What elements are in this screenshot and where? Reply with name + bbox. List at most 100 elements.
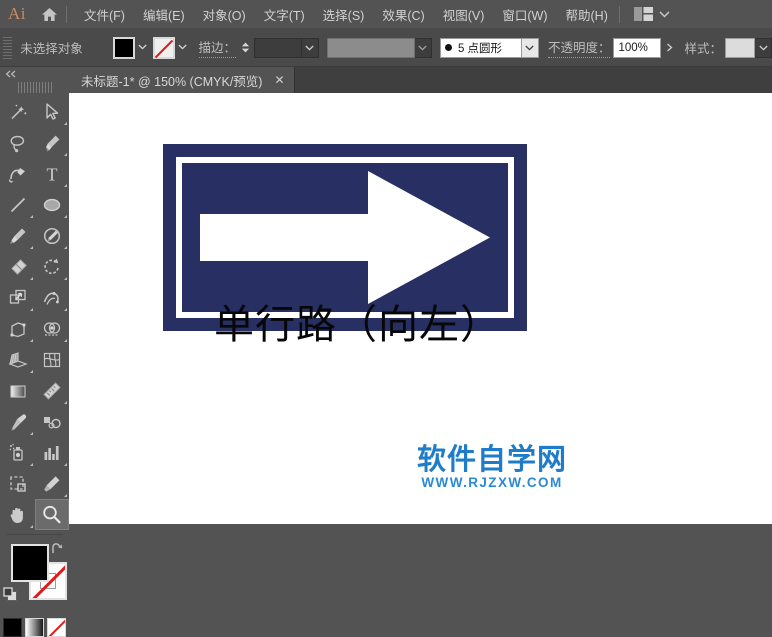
- swap-fill-stroke-icon[interactable]: [50, 542, 64, 559]
- brush-definition-display[interactable]: 5 点圆形: [439, 37, 522, 58]
- brush-definition-label: 5 点圆形: [457, 42, 503, 55]
- collapse-tools-button[interactable]: [0, 67, 69, 81]
- free-transform-tool[interactable]: [1, 313, 35, 344]
- stroke-weight-field-group[interactable]: [253, 37, 319, 58]
- hand-tool[interactable]: [1, 499, 35, 530]
- pen-tool[interactable]: [35, 127, 69, 158]
- submenu-indicator-icon: [63, 494, 67, 497]
- menu-help[interactable]: 帮助(H): [557, 1, 617, 28]
- color-controls: [0, 541, 69, 613]
- watermark: 软件自学网 WWW.RJZXW.COM: [412, 444, 572, 491]
- submenu-indicator-icon: [63, 277, 67, 280]
- width-profile-group[interactable]: [326, 37, 432, 58]
- submenu-indicator-icon: [63, 153, 67, 156]
- menu-effect[interactable]: 效果(C): [373, 1, 433, 28]
- color-mode-button[interactable]: [3, 618, 22, 637]
- opacity-group[interactable]: 100%: [613, 37, 679, 58]
- paintbrush-tool[interactable]: [1, 220, 35, 251]
- home-icon[interactable]: [34, 7, 64, 22]
- graphic-style-caret-icon[interactable]: [755, 37, 772, 58]
- tools-panel-grip[interactable]: [17, 82, 52, 93]
- default-fill-stroke-icon[interactable]: [3, 587, 18, 605]
- stroke-weight-label[interactable]: 描边：: [198, 37, 237, 58]
- stroke-weight-stepper[interactable]: [240, 42, 252, 53]
- gradient-tool[interactable]: [1, 375, 35, 406]
- style-label: 样式：: [684, 42, 722, 56]
- stroke-swatch-control[interactable]: [152, 36, 191, 59]
- illustrator-window: Ai 文件(F) 编辑(E) 对象(O) 文字(T) 选择(S) 效果(C) 视…: [0, 0, 772, 637]
- opacity-flyout-icon[interactable]: [661, 37, 679, 58]
- graphic-style-preview[interactable]: [725, 37, 755, 58]
- submenu-indicator-icon: [63, 215, 67, 218]
- arrange-documents-control[interactable]: [633, 7, 670, 21]
- submenu-indicator-icon: [29, 308, 33, 311]
- control-bar-grip[interactable]: [3, 36, 13, 59]
- scale-tool[interactable]: [1, 282, 35, 313]
- svg-text:T: T: [46, 164, 57, 184]
- color-mode-buttons: [0, 618, 69, 637]
- magic-wand-tool[interactable]: [1, 96, 35, 127]
- opacity-input[interactable]: 100%: [613, 37, 662, 58]
- slice-tool[interactable]: [35, 468, 69, 499]
- width-warp-tool[interactable]: [35, 282, 69, 313]
- none-mode-button[interactable]: [47, 618, 66, 637]
- submenu-indicator-icon: [29, 370, 33, 373]
- line-segment-tool[interactable]: [1, 189, 35, 220]
- app-logo-icon: Ai: [8, 4, 26, 23]
- brush-definition-caret-icon[interactable]: [521, 37, 539, 58]
- brush-definition-group[interactable]: 5 点圆形: [439, 37, 539, 58]
- symbol-sprayer-tool[interactable]: [1, 437, 35, 468]
- fill-swatch-control[interactable]: [112, 36, 151, 59]
- fill-swatch[interactable]: [112, 36, 135, 59]
- graphic-style-group[interactable]: [725, 37, 772, 58]
- menu-object[interactable]: 对象(O): [194, 1, 255, 28]
- mesh-tool[interactable]: [35, 344, 69, 375]
- stroke-swatch[interactable]: [152, 36, 175, 59]
- submenu-indicator-icon: [29, 246, 33, 249]
- shape-builder-tool[interactable]: [35, 313, 69, 344]
- chevron-down-icon: [659, 10, 670, 18]
- gradient-mode-button[interactable]: [25, 618, 44, 637]
- lasso-tool[interactable]: [1, 127, 35, 158]
- menu-window[interactable]: 窗口(W): [493, 1, 556, 28]
- menu-file[interactable]: 文件(F): [75, 1, 134, 28]
- menubar-divider: [66, 5, 67, 23]
- fill-color-swatch[interactable]: [11, 544, 49, 582]
- ellipse-tool[interactable]: [35, 189, 69, 220]
- zoom-tool[interactable]: [34, 499, 69, 530]
- rotate-tool[interactable]: [35, 251, 69, 282]
- column-graph-tool[interactable]: [35, 437, 69, 468]
- artboard-tool[interactable]: [1, 468, 35, 499]
- width-profile-caret-icon[interactable]: [414, 37, 432, 58]
- eyedropper-tool[interactable]: [1, 406, 35, 437]
- type-tool[interactable]: T: [35, 158, 69, 189]
- close-icon[interactable]: ✕: [274, 74, 284, 86]
- tools-grid: T: [0, 96, 69, 530]
- submenu-indicator-icon: [29, 339, 33, 342]
- fill-caret-icon[interactable]: [135, 43, 151, 52]
- blend-tool[interactable]: [35, 406, 69, 437]
- menu-view[interactable]: 视图(V): [434, 1, 494, 28]
- measure-tool[interactable]: [35, 375, 69, 406]
- menu-select[interactable]: 选择(S): [314, 1, 374, 28]
- control-bar: 未选择对象 描边： 5 点圆形 不透明度： 100% 样式：: [0, 29, 772, 67]
- submenu-indicator-icon: [63, 184, 67, 187]
- document-canvas[interactable]: 单行路（向左） 软件自学网 WWW.RJZXW.COM: [69, 93, 772, 524]
- document-tab[interactable]: 未标题-1* @ 150% (CMYK/预览) ✕: [69, 67, 295, 93]
- stroke-weight-input[interactable]: [253, 37, 302, 58]
- menu-edit[interactable]: 编辑(E): [134, 1, 194, 28]
- perspective-grid-tool[interactable]: [1, 344, 35, 375]
- menu-type[interactable]: 文字(T): [255, 1, 314, 28]
- width-profile-input[interactable]: [326, 37, 415, 58]
- direct-selection-tool[interactable]: [35, 96, 69, 127]
- tools-divider: [6, 534, 63, 535]
- artwork-caption[interactable]: 单行路（向左）: [214, 292, 501, 350]
- eraser-tool[interactable]: [1, 251, 35, 282]
- shaper-tool[interactable]: [35, 220, 69, 251]
- curvature-tool[interactable]: [1, 158, 35, 189]
- watermark-url: WWW.RJZXW.COM: [421, 475, 563, 491]
- submenu-indicator-icon: [63, 463, 67, 466]
- stroke-caret-icon[interactable]: [175, 43, 191, 52]
- opacity-label[interactable]: 不透明度：: [547, 37, 611, 58]
- stroke-weight-caret-icon[interactable]: [301, 37, 319, 58]
